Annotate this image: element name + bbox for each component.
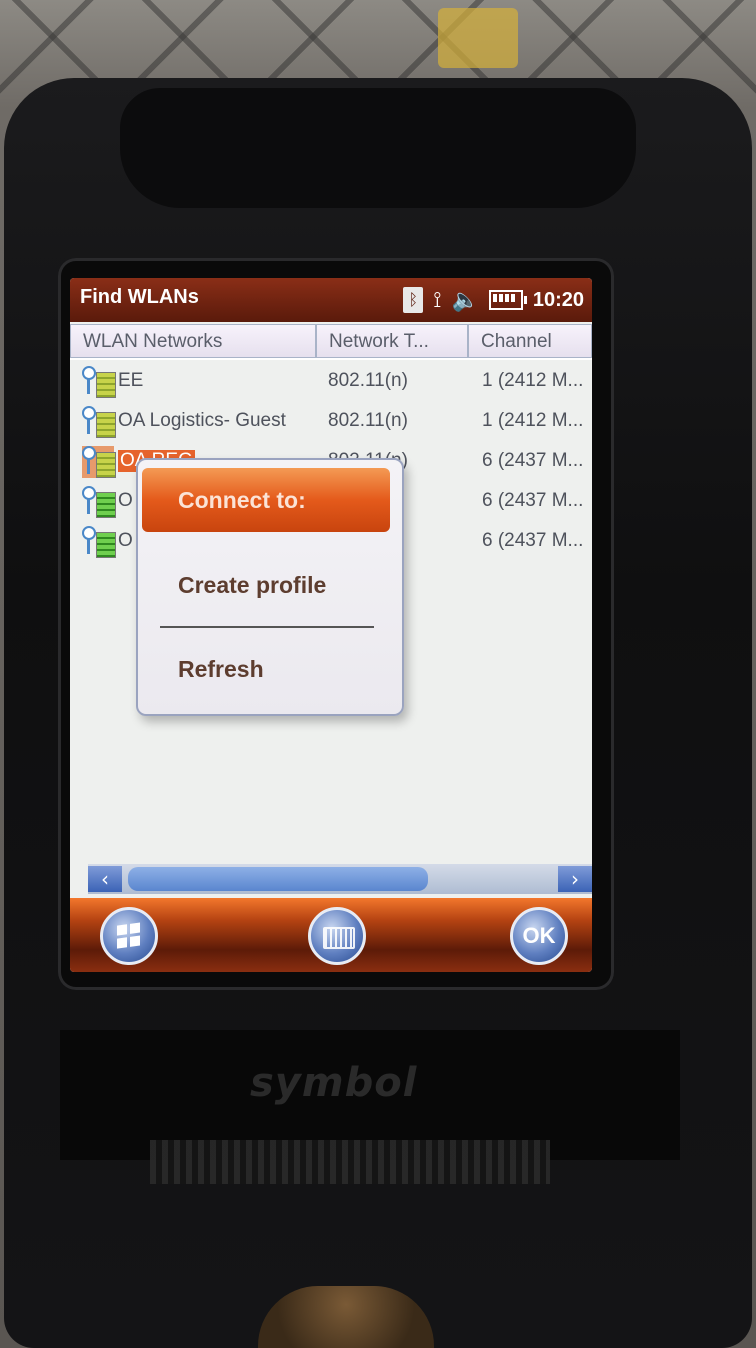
wlan-channel: 1 (2412 M... bbox=[482, 410, 584, 431]
scroll-left-icon[interactable]: ‹ bbox=[88, 866, 122, 892]
device-speaker-grille bbox=[150, 1140, 550, 1184]
column-header-network-type[interactable]: Network T... bbox=[316, 324, 468, 358]
wlan-ssid: O bbox=[118, 530, 133, 551]
background-post bbox=[438, 8, 518, 68]
wlan-type: 802.11(n) bbox=[328, 410, 408, 431]
speaker-icon[interactable]: 🔈 bbox=[451, 288, 478, 313]
wlan-channel: 6 (2437 M... bbox=[482, 450, 584, 471]
device-screen: Find WLANs ᛒ ⟟ 🔈 10:20 WLAN Networks Net… bbox=[70, 278, 592, 972]
ok-button[interactable]: OK bbox=[510, 907, 568, 965]
wlan-channel: 6 (2437 M... bbox=[482, 530, 584, 551]
wlan-signal-icon bbox=[82, 526, 116, 558]
context-menu-create-profile[interactable]: Create profile bbox=[178, 572, 326, 599]
title-bar: Find WLANs ᛒ ⟟ 🔈 10:20 bbox=[70, 278, 592, 322]
wlan-signal-icon bbox=[82, 486, 116, 518]
photo-scene: Find WLANs ᛒ ⟟ 🔈 10:20 WLAN Networks Net… bbox=[0, 0, 756, 1348]
device-top-cap bbox=[120, 88, 636, 208]
start-button[interactable] bbox=[100, 907, 158, 965]
window-title: Find WLANs bbox=[80, 286, 199, 308]
battery-icon[interactable] bbox=[488, 290, 527, 310]
scroll-thumb[interactable] bbox=[128, 867, 428, 891]
context-menu-divider bbox=[160, 626, 374, 628]
wlan-signal-icon bbox=[82, 366, 116, 398]
clock[interactable]: 10:20 bbox=[533, 289, 584, 312]
scroll-right-icon[interactable]: › bbox=[558, 866, 592, 892]
wlan-channel: 6 (2437 M... bbox=[482, 490, 584, 511]
wlan-signal-icon bbox=[82, 446, 116, 478]
wlan-channel: 1 (2412 M... bbox=[482, 370, 584, 391]
context-menu-connect-to[interactable]: Connect to: bbox=[142, 468, 390, 532]
horizontal-scrollbar[interactable]: ‹ › bbox=[88, 864, 592, 894]
wlan-signal-icon bbox=[82, 406, 116, 438]
status-icons: ᛒ ⟟ 🔈 10:20 bbox=[403, 284, 584, 316]
keyboard-icon bbox=[323, 927, 355, 949]
softkey-bar: OK bbox=[70, 898, 592, 972]
column-header-channel[interactable]: Channel bbox=[468, 324, 592, 358]
context-menu-refresh[interactable]: Refresh bbox=[178, 656, 264, 683]
bluetooth-icon[interactable]: ᛒ bbox=[403, 287, 424, 313]
table-row[interactable]: EE 802.11(n) 1 (2412 M... bbox=[70, 362, 592, 402]
table-header: WLAN Networks Network T... Channel bbox=[70, 324, 592, 360]
wlan-type: 802.11(n) bbox=[328, 370, 408, 391]
device-brand-logo: symbol bbox=[250, 1060, 418, 1106]
wlan-ssid: OA Logistics- Guest bbox=[118, 410, 286, 431]
table-row[interactable]: OA Logistics- Guest 802.11(n) 1 (2412 M.… bbox=[70, 402, 592, 442]
keyboard-button[interactable] bbox=[308, 907, 366, 965]
column-header-wlan-networks[interactable]: WLAN Networks bbox=[70, 324, 316, 358]
wlan-ssid: O bbox=[118, 490, 133, 511]
windows-logo-icon bbox=[117, 922, 141, 950]
device-hardware-button[interactable] bbox=[258, 1286, 434, 1348]
context-menu: Connect to: Create profile Refresh bbox=[136, 458, 404, 716]
wlan-ssid: EE bbox=[118, 370, 144, 391]
antenna-icon[interactable]: ⟟ bbox=[433, 288, 441, 313]
